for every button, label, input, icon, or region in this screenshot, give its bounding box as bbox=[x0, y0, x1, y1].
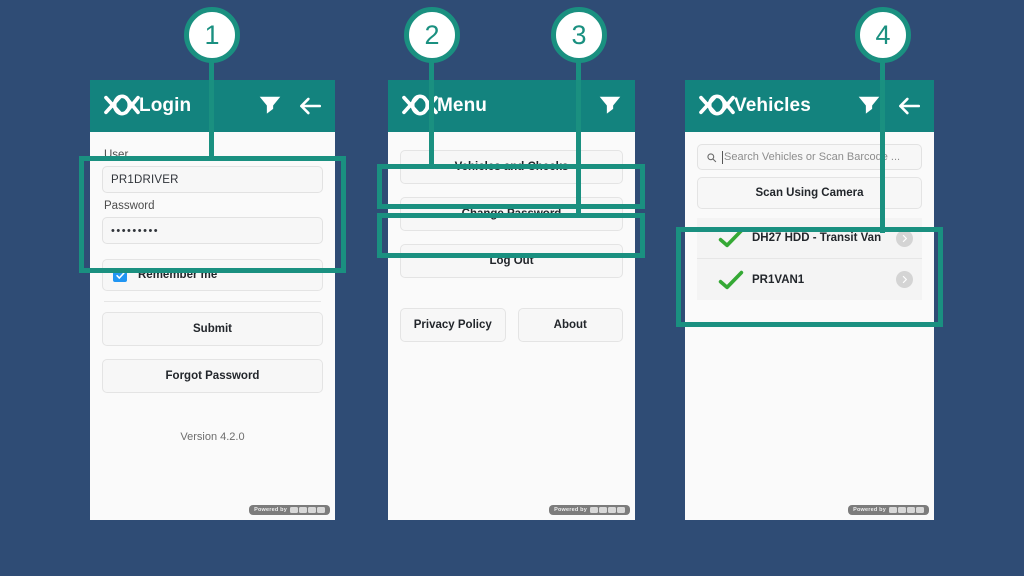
submit-button[interactable]: Submit bbox=[102, 312, 323, 346]
user-input-value: PR1DRIVER bbox=[111, 173, 179, 186]
powered-by-logo-icon bbox=[889, 507, 924, 513]
powered-by-logo-icon bbox=[590, 507, 625, 513]
menu-footer-links: Privacy Policy About bbox=[400, 308, 623, 342]
powered-by-badge: Powered by bbox=[549, 505, 630, 515]
forgot-password-button[interactable]: Forgot Password bbox=[102, 359, 323, 393]
callout-marker-3: 3 bbox=[551, 7, 607, 63]
powered-by-label: Powered by bbox=[554, 507, 587, 513]
password-input[interactable]: ••••••••• bbox=[102, 217, 323, 244]
about-button[interactable]: About bbox=[517, 308, 623, 342]
magnifier-icon bbox=[707, 152, 717, 162]
filter-funnel-icon[interactable] bbox=[597, 93, 623, 119]
vehicles-appbar: Vehicles bbox=[685, 80, 934, 132]
powered-by-logo-icon bbox=[290, 507, 325, 513]
back-arrow-icon[interactable] bbox=[896, 93, 922, 119]
powered-by-badge: Powered by bbox=[848, 505, 929, 515]
vehicles-body: Search Vehicles or Scan Barcode ... Scan… bbox=[685, 132, 934, 300]
log-out-button[interactable]: Log Out bbox=[400, 244, 623, 278]
green-check-icon bbox=[718, 228, 744, 248]
remember-me-row[interactable]: Remember me bbox=[102, 259, 323, 291]
user-input[interactable]: PR1DRIVER bbox=[102, 166, 323, 193]
callout-marker-2: 2 bbox=[404, 7, 460, 63]
vehicles-title: Vehicles bbox=[734, 95, 811, 116]
password-label: Password bbox=[104, 200, 155, 212]
vehicle-name: DH27 HDD - Transit Van bbox=[752, 232, 882, 244]
login-title: Login bbox=[139, 95, 192, 116]
callout-stem-1 bbox=[209, 55, 214, 160]
callout-marker-4: 4 bbox=[855, 7, 911, 63]
screenshot-root: Login User PR1DRIVER Password ••••••••• bbox=[0, 0, 1024, 576]
privacy-policy-button[interactable]: Privacy Policy bbox=[400, 308, 506, 342]
callout-stem-2 bbox=[429, 55, 434, 165]
login-body: User PR1DRIVER Password ••••••••• Rememb… bbox=[90, 132, 335, 443]
version-label: Version 4.2.0 bbox=[180, 431, 245, 443]
filter-funnel-icon[interactable] bbox=[856, 93, 882, 119]
powered-by-label: Powered by bbox=[254, 507, 287, 513]
callout-stem-4 bbox=[880, 55, 885, 233]
filter-funnel-icon[interactable] bbox=[257, 93, 283, 119]
remember-me-label: Remember me bbox=[138, 269, 218, 281]
menu-body: Vehicles and Checks Change Password Log … bbox=[388, 132, 635, 342]
brand-logo-icon bbox=[400, 91, 440, 121]
search-input[interactable]: Search Vehicles or Scan Barcode ... bbox=[697, 144, 922, 170]
chevron-right-icon[interactable] bbox=[896, 271, 913, 288]
brand-logo-icon bbox=[697, 91, 737, 121]
scan-using-camera-button[interactable]: Scan Using Camera bbox=[697, 177, 922, 209]
brand-logo-icon bbox=[102, 91, 142, 121]
vehicle-list: DH27 HDD - Transit Van PR1VAN1 bbox=[697, 218, 922, 300]
menu-screen: Menu Vehicles and Checks Change Password… bbox=[388, 80, 635, 520]
divider bbox=[104, 301, 321, 302]
table-row[interactable]: PR1VAN1 bbox=[697, 259, 922, 300]
back-arrow-icon[interactable] bbox=[297, 93, 323, 119]
change-password-button[interactable]: Change Password bbox=[400, 197, 623, 231]
table-row[interactable]: DH27 HDD - Transit Van bbox=[697, 218, 922, 259]
vehicles-screen: Vehicles Search Vehicles or Scan Barcode… bbox=[685, 80, 934, 520]
menu-appbar: Menu bbox=[388, 80, 635, 132]
search-placeholder: Search Vehicles or Scan Barcode ... bbox=[724, 151, 901, 163]
callout-marker-1: 1 bbox=[184, 7, 240, 63]
remember-me-checkbox[interactable] bbox=[113, 268, 127, 282]
green-check-icon bbox=[718, 270, 744, 290]
vehicle-name: PR1VAN1 bbox=[752, 273, 805, 286]
powered-by-badge: Powered by bbox=[249, 505, 330, 515]
menu-title: Menu bbox=[437, 95, 488, 116]
powered-by-label: Powered by bbox=[853, 507, 886, 513]
callout-stem-3 bbox=[576, 55, 581, 218]
text-caret bbox=[722, 150, 723, 164]
password-input-value: ••••••••• bbox=[111, 224, 160, 237]
chevron-right-icon[interactable] bbox=[896, 229, 913, 247]
